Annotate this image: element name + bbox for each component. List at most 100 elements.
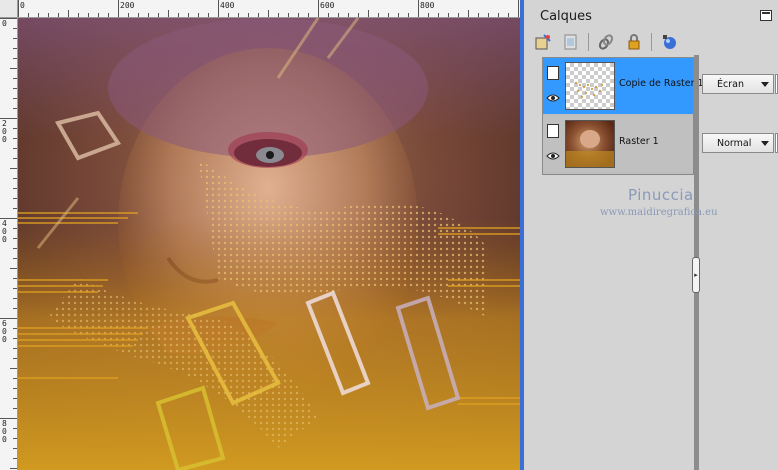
ruler-tick <box>38 13 39 17</box>
ruler-tick <box>13 308 17 309</box>
collapse-handle[interactable]: ▸ <box>692 257 700 293</box>
ruler-tick <box>13 98 17 99</box>
ruler-tick <box>13 448 17 449</box>
ruler-tick <box>68 10 69 17</box>
ruler-tick <box>13 388 17 389</box>
ruler-tick <box>498 13 499 17</box>
ruler-tick <box>13 428 17 429</box>
ruler-tick <box>28 13 29 17</box>
layer-name: Raster 1 <box>619 136 659 147</box>
ruler-tick <box>10 68 17 69</box>
panel-menu-button[interactable] <box>760 10 772 21</box>
ruler-tick <box>328 13 329 17</box>
ruler-left-label: 800 <box>2 419 7 444</box>
ruler-top-label: 600 <box>320 1 335 10</box>
ruler-tick <box>338 13 339 17</box>
ruler-tick <box>348 13 349 17</box>
blend-mode-value: Écran <box>717 79 744 90</box>
ruler-tick <box>13 198 17 199</box>
layer-row-raster-1[interactable]: Raster 1 <box>543 116 693 172</box>
layer-mask-toggle-icon[interactable] <box>547 66 559 80</box>
ruler-tick <box>13 108 17 109</box>
ruler-tick <box>0 418 17 419</box>
ruler-tick <box>13 158 17 159</box>
ruler-tick <box>188 13 189 17</box>
vertical-ruler: 0 200 400 600 800 <box>0 18 18 470</box>
ruler-tick <box>218 0 219 17</box>
ruler-tick <box>448 13 449 17</box>
blend-mode-select-layer-2[interactable]: Normal <box>702 133 778 153</box>
ruler-tick <box>128 13 129 17</box>
ruler-tick <box>288 13 289 17</box>
ruler-tick <box>178 13 179 17</box>
ruler-tick <box>13 348 17 349</box>
eye-icon[interactable] <box>545 150 561 162</box>
ruler-tick <box>13 248 17 249</box>
toolbar-separator <box>651 33 652 51</box>
ruler-tick <box>13 288 17 289</box>
ruler-left-label: 400 <box>2 219 7 244</box>
ruler-tick <box>58 13 59 17</box>
ruler-tick <box>478 13 479 17</box>
blend-mode-select-layer-1[interactable]: Écran <box>702 74 778 94</box>
ruler-tick <box>13 358 17 359</box>
ruler-tick <box>78 13 79 17</box>
link-icon[interactable] <box>595 31 617 53</box>
ruler-tick <box>13 128 17 129</box>
ruler-tick <box>248 13 249 17</box>
ruler-tick <box>298 13 299 17</box>
ruler-tick <box>13 38 17 39</box>
ruler-tick <box>518 0 519 17</box>
ruler-tick <box>13 338 17 339</box>
ruler-tick <box>108 13 109 17</box>
ruler-tick <box>358 13 359 17</box>
layer-mask-toggle-icon[interactable] <box>547 124 559 138</box>
lock-icon[interactable] <box>623 31 645 53</box>
ruler-tick <box>13 258 17 259</box>
ruler-tick <box>13 148 17 149</box>
ruler-left-label: 0 <box>2 19 7 28</box>
ruler-tick <box>13 378 17 379</box>
ruler-tick <box>488 13 489 17</box>
artwork-image[interactable] <box>18 18 520 470</box>
mask-icon[interactable] <box>658 31 680 53</box>
ruler-tick <box>148 13 149 17</box>
layer-visibility-column <box>543 116 565 172</box>
ruler-tick <box>318 0 319 17</box>
layer-thumbnail[interactable] <box>565 120 615 168</box>
canvas-area[interactable]: 0 200 400 600 800 0 200 400 600 800 <box>0 0 524 470</box>
ruler-corner <box>0 0 18 18</box>
ruler-tick <box>10 168 17 169</box>
ruler-tick <box>168 10 169 17</box>
ruler-tick <box>0 18 17 19</box>
ruler-tick <box>408 13 409 17</box>
ruler-left-label: 600 <box>2 319 7 344</box>
ruler-tick <box>378 13 379 17</box>
chevron-right-icon: ▸ <box>694 270 698 279</box>
ruler-tick <box>228 13 229 17</box>
ruler-tick <box>0 118 17 119</box>
ruler-tick <box>88 13 89 17</box>
layer-row-copie-raster-1[interactable]: Copie de Raster 1 <box>543 58 704 114</box>
ruler-top-label: 800 <box>420 1 435 10</box>
layer-thumbnail[interactable] <box>565 62 615 110</box>
ruler-tick <box>198 13 199 17</box>
eye-icon[interactable] <box>545 92 561 104</box>
layers-panel: Calques Copie de Raster 1 Raster 1 Écran… <box>528 0 778 470</box>
ruler-tick <box>268 10 269 17</box>
ruler-tick <box>13 88 17 89</box>
panel-header: Calques <box>528 0 778 30</box>
watermark-name: Pinuccia <box>628 186 694 204</box>
new-group-icon[interactable] <box>560 31 582 53</box>
ruler-tick <box>308 13 309 17</box>
layers-list: Copie de Raster 1 Raster 1 <box>542 57 704 175</box>
artwork-svg <box>18 18 520 470</box>
new-layer-icon[interactable] <box>532 31 554 53</box>
ruler-tick <box>13 178 17 179</box>
ruler-tick <box>13 138 17 139</box>
ruler-top-label: 400 <box>220 1 235 10</box>
ruler-tick <box>258 13 259 17</box>
ruler-tick <box>13 238 17 239</box>
watermark-url: www.maidiregrafica.eu <box>600 207 718 218</box>
ruler-top-label: 200 <box>120 1 135 10</box>
